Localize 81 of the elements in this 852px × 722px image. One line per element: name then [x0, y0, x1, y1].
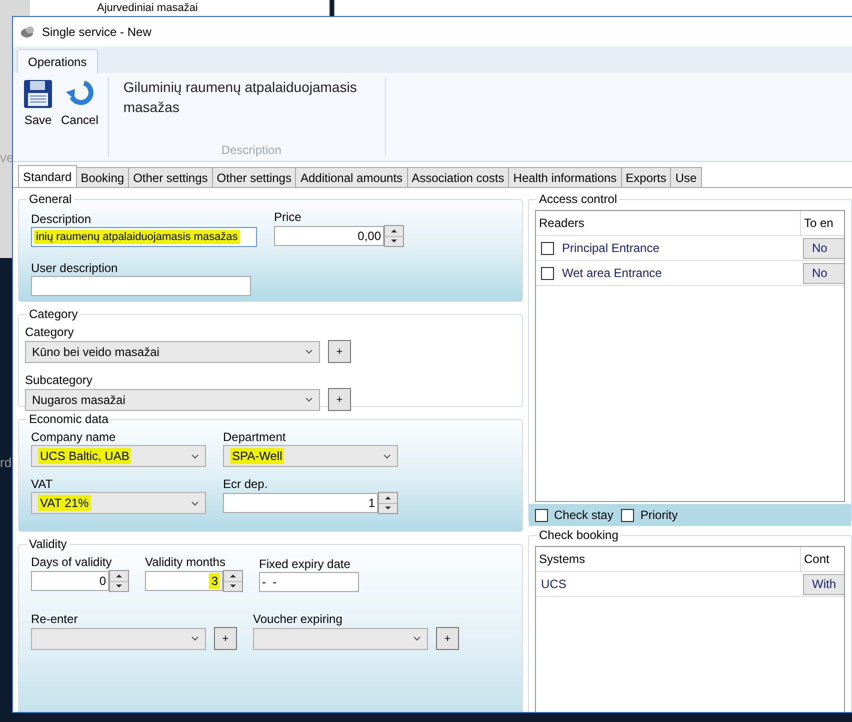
field-label: Company name: [31, 430, 117, 444]
chevron-down-icon: [191, 500, 199, 506]
add-button[interactable]: +: [436, 627, 459, 650]
group-title: Validity: [28, 537, 68, 551]
text-field[interactable]: [31, 276, 251, 296]
dropdown[interactable]: Kūno bei veido masažai: [25, 340, 320, 362]
field-label: Description: [31, 212, 92, 226]
spinner[interactable]: [109, 570, 129, 592]
tab[interactable]: Exports: [620, 167, 672, 187]
field-label: Days of validity: [31, 555, 113, 569]
tab[interactable]: Association costs: [406, 167, 510, 187]
window-title: Single service - New: [42, 25, 152, 39]
field-label: Validity months: [145, 555, 226, 569]
reader-name: Wet area Entrance: [562, 266, 662, 280]
group-title: Check booking: [538, 528, 620, 542]
tab[interactable]: Booking: [76, 167, 130, 187]
checkbox-label: Check stay: [554, 508, 614, 522]
number-field[interactable]: 3: [145, 571, 223, 591]
checkbox-label: Priority: [640, 508, 678, 522]
chevron-down-icon: [191, 636, 199, 641]
tab[interactable]: Other settings: [212, 167, 296, 187]
column-header: Cont: [800, 547, 844, 571]
number-field[interactable]: 0,00: [274, 226, 384, 246]
spinner[interactable]: [384, 225, 404, 247]
dropdown[interactable]: VAT 21%: [31, 492, 206, 514]
add-button[interactable]: +: [214, 627, 237, 650]
text-field[interactable]: inių raumenų atpalaiduojamasis masažas: [31, 227, 257, 247]
checkbox[interactable]: [541, 266, 554, 280]
date-field[interactable]: - -: [259, 572, 359, 592]
group-label: Description: [220, 143, 282, 157]
description-text: Giluminių raumenų atpalaiduojamasis masažas: [123, 78, 358, 117]
app-icon: [20, 25, 36, 39]
field-label: Price: [274, 210, 302, 224]
column-header: To en: [800, 211, 844, 235]
field-label: Re-enter: [31, 612, 79, 626]
dropdown[interactable]: SPA-Well: [223, 445, 398, 467]
field-label: Category: [25, 325, 75, 339]
tab[interactable]: Health informations: [508, 167, 622, 187]
add-button[interactable]: +: [328, 388, 351, 411]
field-label: Subcategory: [25, 373, 94, 387]
field-label: User description: [31, 261, 119, 275]
column-header: Readers: [538, 216, 586, 230]
group-title: Economic data: [28, 412, 110, 426]
dropdown-button[interactable]: No: [803, 262, 844, 284]
chevron-down-icon: [305, 349, 313, 354]
tab[interactable]: Additional amounts: [295, 167, 408, 187]
checkbox[interactable]: [535, 508, 548, 522]
background-text: rd: [0, 455, 13, 470]
add-button[interactable]: +: [328, 340, 351, 363]
cancel-button[interactable]: Cancel: [57, 77, 102, 133]
group-title: General: [28, 192, 73, 206]
dropdown[interactable]: UCS Baltic, UAB: [31, 445, 206, 467]
column-header: Systems: [538, 552, 586, 566]
save-button[interactable]: Save: [19, 77, 57, 133]
number-field[interactable]: 1: [223, 493, 378, 513]
chevron-down-icon: [383, 454, 391, 458]
tab[interactable]: Standard: [18, 165, 77, 187]
dropdown-button[interactable]: No: [803, 238, 844, 258]
chevron-down-icon: [413, 636, 421, 641]
field-label: Fixed expiry date: [259, 557, 352, 571]
checkbox[interactable]: [621, 508, 634, 522]
chevron-down-icon: [305, 397, 313, 402]
group-title: Category: [28, 307, 79, 321]
tab[interactable]: Other settings: [128, 167, 213, 187]
tab[interactable]: Use: [670, 167, 702, 187]
dropdown[interactable]: Nugaros masažai: [25, 388, 320, 410]
field-label: VAT: [31, 477, 54, 491]
reader-name: Principal Entrance: [562, 241, 660, 255]
group-title: Access control: [538, 192, 618, 206]
number-field[interactable]: 0: [31, 571, 109, 591]
tree-item: Ajurvediniai masažai: [97, 2, 198, 14]
dropdown-button[interactable]: With: [803, 574, 844, 594]
spinner[interactable]: [378, 492, 398, 514]
ribbon-tab[interactable]: Operations: [17, 49, 98, 73]
spinner[interactable]: [223, 570, 243, 592]
field-label: Department: [223, 430, 287, 444]
chevron-down-icon: [191, 454, 199, 458]
field-label: Voucher expiring: [253, 612, 344, 626]
field-label: Ecr dep.: [223, 477, 269, 491]
checkbox[interactable]: [541, 242, 554, 254]
system-name: UCS: [541, 577, 566, 591]
